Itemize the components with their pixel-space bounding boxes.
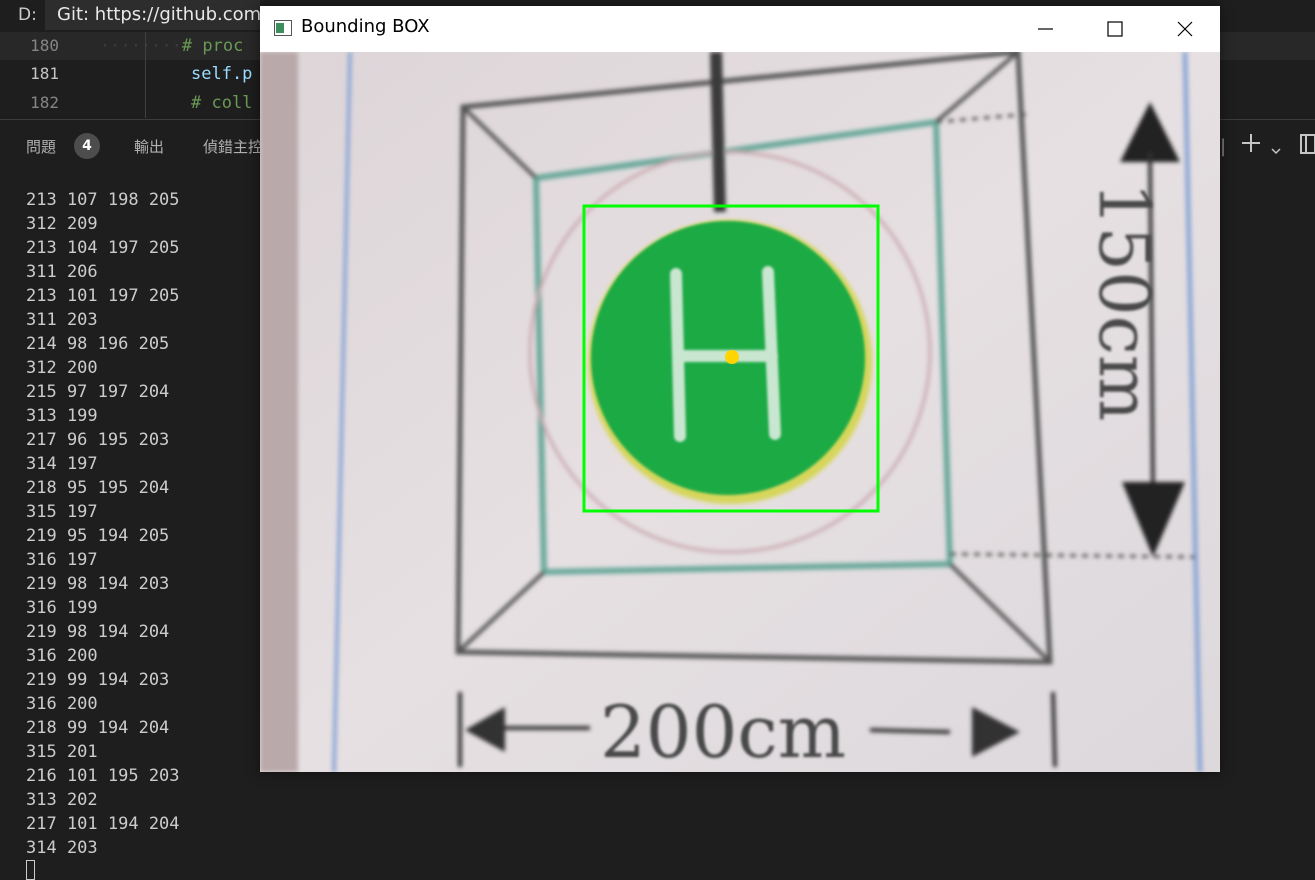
line-number: 181 [30,64,59,83]
terminal-line: 215 97 197 204 [26,382,170,402]
camera-image: 200cm 150cm [260,52,1220,772]
git-tooltip: Git: https://github.com [45,0,260,30]
window-titlebar[interactable]: Bounding BOX [260,6,1220,52]
code-text: self.p [191,64,253,84]
problems-count-badge: 4 [74,133,100,159]
terminal-line: 213 101 197 205 [26,286,180,306]
dimension-line [869,728,951,734]
terminal-line: 218 99 194 204 [26,718,170,738]
terminal-line: 219 98 194 204 [26,622,170,642]
terminal-line: 216 101 195 203 [26,766,180,786]
terminal-line: 218 95 195 204 [26,478,170,498]
terminal-line: 314 203 [26,838,98,858]
terminal-line: 311 206 [26,262,98,282]
terminal-line: 217 101 194 204 [26,814,180,834]
terminal-line: 316 197 [26,550,98,570]
terminal-line: 214 98 196 205 [26,334,170,354]
line-number: 182 [30,93,59,112]
terminal-cursor [26,860,35,880]
add-terminal-icon[interactable] [1240,132,1262,160]
path-prefix: D: [18,5,37,25]
code-text: ········# proc [100,36,244,56]
vertical-dimension-label: 150cm [1083,182,1165,421]
tab-debug-console[interactable]: 偵錯主控 [203,136,263,157]
tab-output[interactable]: 輸出 [134,136,164,157]
terminal-line: 312 200 [26,358,98,378]
horizontal-dimension-label: 200cm [600,690,846,772]
terminal-line: 316 200 [26,646,98,666]
terminal-line: 219 98 194 203 [26,574,170,594]
indent-guide [145,32,146,118]
bounding-box-window[interactable]: Bounding BOX 200cm 150cm [260,6,1220,772]
close-button[interactable] [1150,6,1220,52]
center-point [725,350,739,364]
terminal-line: 213 104 197 205 [26,238,180,258]
panel-layout-icon[interactable] [1300,134,1315,160]
tab-problems[interactable]: 問題 [26,136,56,157]
maximize-button[interactable] [1080,6,1150,52]
maximize-icon [1107,21,1123,37]
terminal-line: 314 197 [26,454,98,474]
terminal-line: 219 99 194 203 [26,670,170,690]
pole-line [710,52,726,213]
chevron-down-icon[interactable] [1270,138,1282,163]
window-title: Bounding BOX [301,16,430,37]
terminal-line: 313 202 [26,790,98,810]
code-comment: # coll [191,93,253,113]
terminal-line: 313 199 [26,406,98,426]
terminal-line: 219 95 194 205 [26,526,170,546]
terminal-line: 316 199 [26,598,98,618]
terminal-line: 213 107 198 205 [26,190,180,210]
close-icon [1177,21,1193,37]
left-edge-shadow [260,52,298,772]
code-comment: # proc [181,36,244,56]
terminal-line: 311 203 [26,310,98,330]
minimize-icon [1038,28,1053,30]
camera-frame: 200cm 150cm [260,52,1220,772]
terminal-line: 315 201 [26,742,98,762]
dimension-tick [1051,691,1057,768]
app-window-icon [274,20,292,36]
terminal-line: 316 200 [26,694,98,714]
split-icon[interactable]: | [1220,136,1226,157]
terminal-line: 315 197 [26,502,98,522]
terminal-line: 312 209 [26,214,98,234]
minimize-button[interactable] [1010,6,1080,52]
terminal-line: 217 96 195 203 [26,430,170,450]
line-number: 180 [30,36,59,55]
terminal-output[interactable]: 213 107 198 205 312 209 213 104 197 205 … [26,188,180,860]
